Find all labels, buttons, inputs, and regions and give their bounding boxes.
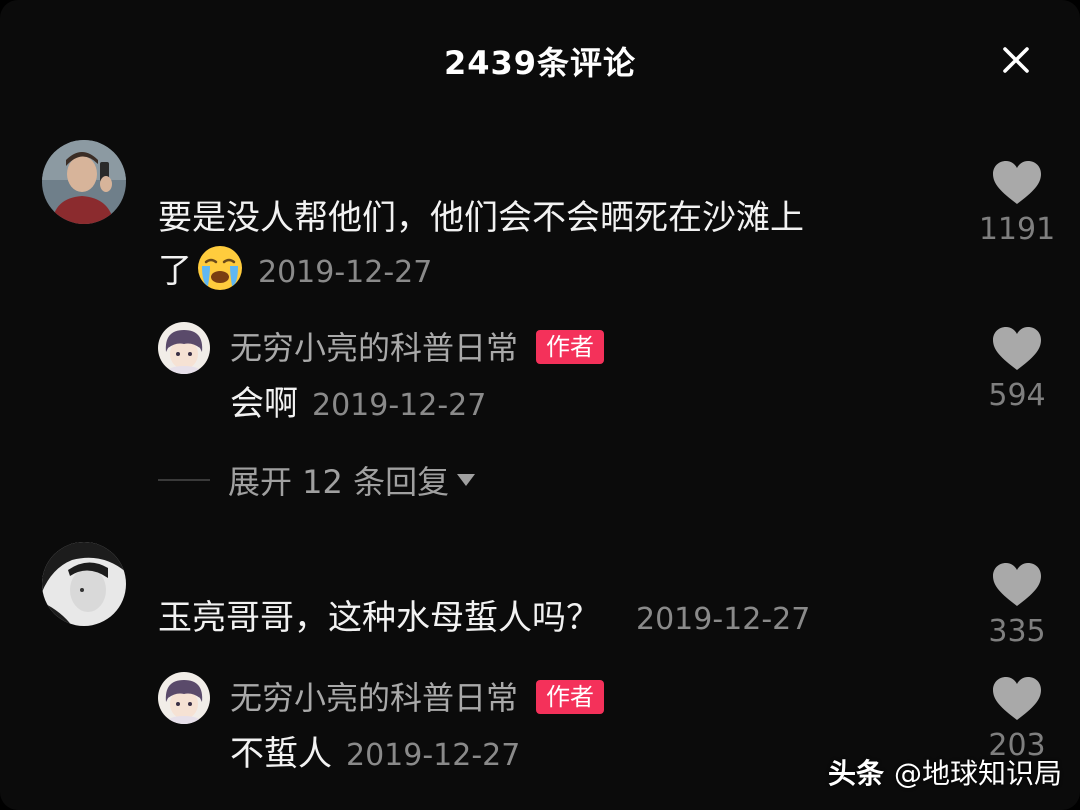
- reply-body: 会啊 2019-12-27: [230, 378, 486, 432]
- author-avatar[interactable]: [158, 322, 210, 374]
- heart-icon: [993, 563, 1041, 606]
- comment-body: 要是没人帮他们，他们会不会晒死在沙滩上 了 2019-12-27: [158, 192, 948, 299]
- reply-author-name[interactable]: 无穷小亮的科普日常: [230, 679, 518, 717]
- cartoon-avatar: [158, 322, 210, 374]
- like-count: 335: [988, 614, 1046, 649]
- commenter-avatar[interactable]: [42, 542, 126, 626]
- reply-timestamp: 2019-12-27: [346, 738, 521, 773]
- expand-replies-label: 展开 12 条回复: [228, 463, 450, 501]
- author-badge: 作者: [536, 330, 605, 364]
- reply-timestamp: 2019-12-27: [312, 388, 487, 423]
- like-button[interactable]: 594: [962, 326, 1072, 413]
- commenter-avatar[interactable]: [42, 140, 126, 224]
- user-photo-avatar: [42, 140, 126, 224]
- heart-icon: [993, 677, 1041, 720]
- reply-author-row: 无穷小亮的科普日常 作者: [230, 326, 605, 370]
- cartoon-avatar: [158, 672, 210, 724]
- author-avatar[interactable]: [158, 672, 210, 724]
- expand-replies-button[interactable]: 展开 12 条回复: [158, 458, 476, 502]
- comment-text: 玉亮哥哥，这种水母蜇人吗？: [158, 598, 600, 638]
- reply-text: 会啊: [230, 384, 298, 424]
- watermark-brand: 头条: [828, 757, 885, 790]
- like-button[interactable]: 1191: [962, 160, 1072, 247]
- reply-author-name[interactable]: 无穷小亮的科普日常: [230, 329, 518, 367]
- comment-text-line2: 了: [158, 251, 192, 291]
- close-icon: [1003, 47, 1029, 73]
- like-button[interactable]: 335: [962, 562, 1072, 649]
- reply-body: 不蜇人 2019-12-27: [230, 728, 520, 782]
- close-button[interactable]: [996, 40, 1036, 80]
- comment-text-line1: 要是没人帮他们，他们会不会晒死在沙滩上: [158, 198, 804, 238]
- comment-timestamp: 2019-12-27: [258, 255, 433, 290]
- like-count: 594: [988, 378, 1046, 413]
- divider-line: [158, 479, 210, 481]
- comments-count-title: 2439条评论: [443, 44, 637, 82]
- like-button[interactable]: 203: [962, 676, 1072, 763]
- author-badge: 作者: [536, 680, 605, 714]
- caret-down-icon: [457, 474, 476, 486]
- comment-timestamp: 2019-12-27: [636, 602, 811, 637]
- heart-icon: [993, 161, 1041, 204]
- reply-author-row: 无穷小亮的科普日常 作者: [230, 676, 605, 720]
- watermark-account: @地球知识局: [894, 757, 1063, 790]
- like-count: 1191: [978, 212, 1056, 247]
- crying-face-icon: [196, 244, 244, 292]
- reply-text: 不蜇人: [230, 734, 332, 774]
- watermark: 头条 @地球知识局: [828, 752, 1062, 792]
- comments-panel: 2439条评论 要是没人帮他们，他们会不会晒死在沙滩上 了 2019-12-27…: [0, 0, 1080, 810]
- user-photo-avatar: [42, 542, 126, 626]
- comment-body: 玉亮哥哥，这种水母蜇人吗？ 2019-12-27: [158, 592, 810, 646]
- heart-icon: [993, 327, 1041, 370]
